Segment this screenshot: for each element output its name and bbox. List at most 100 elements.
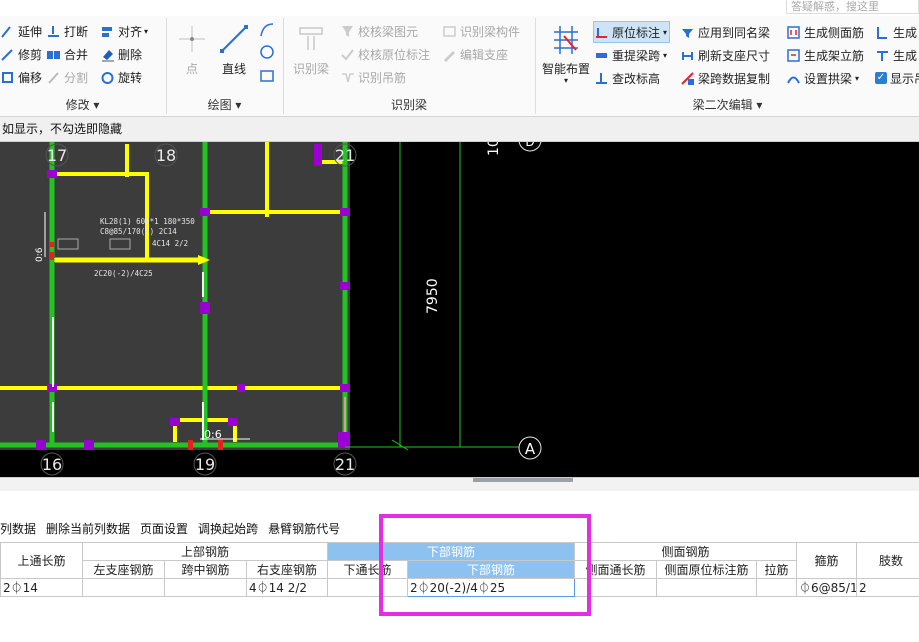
trim-button[interactable]: 修剪 xyxy=(0,44,42,64)
panel-splitter[interactable] xyxy=(0,477,919,491)
cad-canvas[interactable]: KL28(1) 600*1 180*350 C8@85/170(2) 2C14 … xyxy=(0,142,919,477)
refresh-support-size-label: 刷新支座尺寸 xyxy=(698,48,771,63)
smart-layout-icon[interactable] xyxy=(550,24,582,56)
point-button-label[interactable]: 点 xyxy=(177,60,207,77)
copy-span-data-label: 梁跨数据复制 xyxy=(698,71,771,86)
align-button[interactable]: 对齐 ▾ xyxy=(100,21,148,41)
check-inplace-annotation-button[interactable]: 校核原位标注 xyxy=(340,44,430,64)
header-top-bar[interactable]: 上部钢筋 xyxy=(82,542,328,561)
column-data-button[interactable]: 列数据 xyxy=(0,520,36,537)
change-elevation-button[interactable]: 查改标高 xyxy=(594,68,660,88)
axis-label-21-top: 21 xyxy=(335,146,355,165)
generate-button-2[interactable]: 生成 xyxy=(875,45,917,65)
cell-stirrup[interactable]: ⏀6@85/1 xyxy=(796,578,858,597)
search-input[interactable]: 答疑解惑，搜这里 xyxy=(786,0,919,14)
re-extract-span-button[interactable]: 重提梁跨 ▾ xyxy=(594,45,667,65)
page-setup-button[interactable]: 页面设置 xyxy=(140,520,188,537)
swap-start-span-button[interactable]: 调换起始跨 xyxy=(198,520,258,537)
generate-button-1[interactable]: 生成 xyxy=(875,22,917,42)
edit-support-label: 编辑支座 xyxy=(460,47,509,62)
check-beam-elements-label: 校核梁图元 xyxy=(358,24,419,39)
break-button[interactable]: 打断 xyxy=(46,21,88,41)
offset-label: 偏移 xyxy=(18,70,43,85)
smart-layout-label[interactable]: 智能布置 xyxy=(540,60,592,77)
axis-label-21-bottom: 21 xyxy=(335,455,355,474)
delete-button[interactable]: 删除 xyxy=(100,44,142,64)
rectangle-icon[interactable] xyxy=(259,68,275,84)
cell-mid-span-bar[interactable] xyxy=(164,578,247,597)
show-hanger-checkbox[interactable]: ✓显示吊 xyxy=(875,68,919,88)
header-side-bar[interactable]: 侧面钢筋 xyxy=(574,542,798,561)
beam-annotation-3: 4C14 2/2 xyxy=(152,239,188,248)
modify-group-label[interactable]: 修改 ▾ xyxy=(0,96,165,113)
line-button-label[interactable]: 直线 xyxy=(215,60,253,77)
recognize-beam-member-label: 识别梁构件 xyxy=(460,24,521,39)
recognize-beam-icon[interactable] xyxy=(296,24,326,54)
erection-bar-icon xyxy=(786,48,801,63)
generate-erection-bar-button[interactable]: 生成架立筋 xyxy=(786,45,864,65)
line-icon[interactable] xyxy=(219,24,249,54)
trim-icon xyxy=(0,47,15,62)
header-top-continuous-bar[interactable]: 上通长筋 xyxy=(0,542,83,579)
split-button[interactable]: 分割 xyxy=(46,67,88,87)
refresh-icon xyxy=(680,48,695,63)
modify-label-text: 修改 xyxy=(65,98,90,112)
highlight-annotation-box xyxy=(379,514,591,616)
merge-button[interactable]: 合并 xyxy=(46,44,88,64)
set-arch-beam-label: 设置拱梁 xyxy=(804,71,853,86)
cell-side-inplace-bar[interactable] xyxy=(656,578,758,597)
split-label: 分割 xyxy=(64,70,89,85)
ribbon-top-strip xyxy=(0,0,919,16)
rotate-label: 旋转 xyxy=(118,70,143,85)
header-right-support-bar[interactable]: 右支座钢筋 xyxy=(246,560,328,579)
header-side-inplace-bar[interactable]: 侧面原位标注筋 xyxy=(656,560,758,579)
recognize-beam-member-button[interactable]: 识别梁构件 xyxy=(442,21,520,41)
rotate-button[interactable]: 旋转 xyxy=(100,67,142,87)
edit-support-button[interactable]: 编辑支座 xyxy=(442,44,508,64)
delete-column-data-button[interactable]: 删除当前列数据 xyxy=(46,520,130,537)
beam-secondary-edit-group: 智能布置 ▾ 原位标注 ▾ 重提梁跨 ▾ 查改标高 应用到同名梁 刷新支座尺寸 梁跨… xyxy=(536,16,919,116)
extend-label: 延伸 xyxy=(18,24,43,39)
header-leg-count[interactable]: 肢数 xyxy=(856,542,919,579)
beam-annotation-2: C8@85/170(2) 2C14 xyxy=(100,227,177,236)
check-inplace-annotation-label: 校核原位标注 xyxy=(358,47,431,62)
cell-left-support-bar[interactable] xyxy=(82,578,165,597)
recognize-hanger-bar-label: 识别吊筋 xyxy=(358,70,407,85)
inplace-annotation-button[interactable]: 原位标注 ▾ xyxy=(592,21,671,43)
copy-span-data-button[interactable]: 梁跨数据复制 xyxy=(680,68,770,88)
offset-icon xyxy=(0,70,15,85)
header-left-support-bar[interactable]: 左支座钢筋 xyxy=(82,560,165,579)
axis-label-A: A xyxy=(525,440,536,458)
point-icon[interactable] xyxy=(177,24,207,54)
generate-side-bar-button[interactable]: 生成侧面筋 xyxy=(786,22,864,42)
recognize-beam-label[interactable]: 识别梁 xyxy=(290,60,332,77)
header-mid-span-bar[interactable]: 跨中钢筋 xyxy=(164,560,247,579)
axis-label-19: 19 xyxy=(195,455,215,474)
generate-icon xyxy=(875,25,890,40)
draw-group-label[interactable]: 绘图 ▾ xyxy=(167,96,282,113)
rotate-icon xyxy=(100,70,115,85)
arc-icon[interactable] xyxy=(259,22,275,38)
axis-label-17: 17 xyxy=(47,146,67,165)
apply-same-name-beam-button[interactable]: 应用到同名梁 xyxy=(680,22,770,42)
cantilever-bar-code-button[interactable]: 悬臂钢筋代号 xyxy=(268,520,340,537)
extend-button[interactable]: 延伸 xyxy=(0,21,42,41)
header-tie-bar[interactable]: 拉筋 xyxy=(756,560,798,579)
pencil-icon xyxy=(442,47,457,62)
trim-label: 修剪 xyxy=(18,47,43,62)
splitter-grip[interactable] xyxy=(473,478,573,482)
beam-secondary-edit-group-label[interactable]: 梁二次编辑 ▾ xyxy=(536,96,919,113)
check-beam-elements-button[interactable]: 校核梁图元 xyxy=(340,21,418,41)
circle-icon[interactable] xyxy=(259,44,275,60)
header-stirrup[interactable]: 箍筋 xyxy=(796,542,858,579)
cell-tie-bar[interactable] xyxy=(756,578,798,597)
draw-label-text: 绘图 xyxy=(207,98,232,112)
refresh-support-size-button[interactable]: 刷新支座尺寸 xyxy=(680,45,770,65)
cell-right-support-bar[interactable]: 4⏀14 2/2 xyxy=(246,578,328,597)
smart-layout-dropdown[interactable]: ▾ xyxy=(560,76,572,85)
cell-leg-count[interactable]: 2 xyxy=(856,578,919,597)
offset-button[interactable]: 偏移 xyxy=(0,67,42,87)
recognize-hanger-bar-button[interactable]: 识别吊筋 xyxy=(340,67,406,87)
cell-top-continuous-bar[interactable]: 2⏀14 xyxy=(0,578,83,597)
set-arch-beam-button[interactable]: 设置拱梁 ▾ xyxy=(786,68,859,88)
